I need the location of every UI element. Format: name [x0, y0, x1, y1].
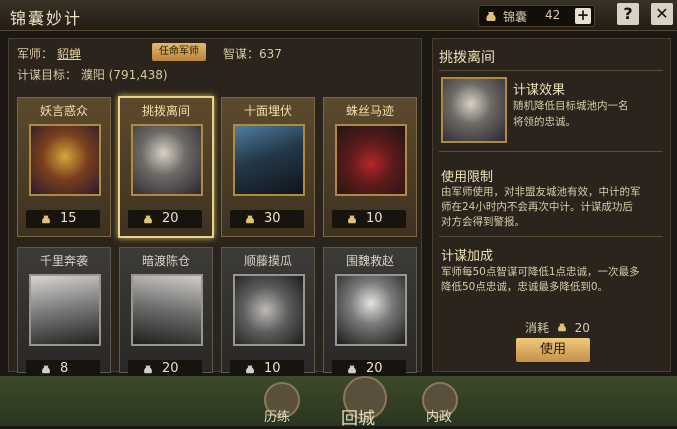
nav-internal[interactable]: 内政 [426, 406, 452, 425]
card-cost: 30 [230, 210, 304, 228]
appoint-advisor-button[interactable]: 任命军师 [152, 43, 206, 61]
nav-training[interactable]: 历练 [264, 406, 290, 425]
strategy-portrait [29, 274, 101, 346]
strategy-card-5[interactable]: 千里奔袭 8 [17, 247, 111, 378]
cost-value: 10 [366, 211, 383, 226]
card-cost: 10 [332, 210, 406, 228]
advisor-row: 军师： 貂蝉 [17, 45, 81, 62]
card-name: 顺藤摸瓜 [243, 254, 292, 268]
pouch-icon [348, 215, 356, 224]
pouch-icon [144, 215, 152, 224]
card-name: 蛛丝马迹 [345, 104, 394, 118]
strategy-portrait [335, 274, 407, 346]
strategy-target: 计谋目标： 濮阳 (791,438) [17, 68, 168, 82]
card-name: 十面埋伏 [243, 104, 292, 118]
effect-line-1: 随机降低目标城池内一名 [513, 100, 629, 112]
pouch-icon [246, 365, 254, 374]
limit-title: 使用限制 [441, 170, 494, 185]
cost-value: 10 [264, 361, 281, 376]
resource-value: 42 [545, 8, 561, 22]
pouch-icon [348, 365, 356, 374]
limit-line-3: 对方会得到警报。 [441, 216, 525, 228]
pouch-icon [246, 215, 254, 224]
strategy-portrait [131, 124, 203, 196]
bonus-line-2: 降低50点忠诚，忠诚最多降低到0。 [441, 281, 609, 293]
cost-value: 20 [162, 211, 179, 226]
pouch-icon [42, 365, 50, 374]
card-cost: 20 [128, 210, 202, 228]
strategy-list-panel: 军师： 貂蝉 任命军师 智谋：637 计谋目标： 濮阳 (791,438) 妖言惑… [8, 38, 422, 378]
card-cost: 15 [26, 210, 100, 228]
nav-return-city[interactable]: 回城 [341, 404, 375, 429]
resource-label: 锦囊 [503, 10, 528, 24]
page-title: 锦囊妙计 [10, 9, 83, 28]
header-bar: 锦囊妙计 锦囊 42 + ? ✕ [0, 0, 677, 31]
strategy-portrait [233, 124, 305, 196]
pouch-icon [486, 12, 496, 21]
strategy-card-4[interactable]: 蛛丝马迹 10 [323, 97, 417, 237]
strategy-portrait [29, 124, 101, 196]
consume-cost: 消耗 20 [525, 319, 590, 336]
card-name: 围魏救赵 [345, 254, 394, 268]
cost-value: 15 [60, 211, 77, 226]
effect-title: 计谋效果 [513, 83, 566, 98]
bonus-title: 计谋加成 [441, 249, 494, 264]
bonus-line-1: 军师每50点智谋可降低1点忠诚，一次最多 [441, 266, 640, 278]
divider [439, 236, 663, 237]
use-button[interactable]: 使用 [516, 338, 590, 362]
strategy-detail-panel: 挑拨离间 计谋效果 随机降低目标城池内一名 将领的忠诚。 使用限制 由军师使用，… [432, 38, 671, 372]
strategy-card-2[interactable]: 挑拨离间 20 [118, 96, 214, 238]
advisor-name-link[interactable]: 貂蝉 [57, 47, 81, 61]
strategy-portrait [335, 124, 407, 196]
card-name: 妖言惑众 [39, 104, 88, 118]
cost-value: 20 [162, 361, 179, 376]
close-button[interactable]: ✕ [651, 3, 673, 25]
cost-value: 8 [60, 361, 69, 376]
divider [439, 151, 663, 152]
strategy-portrait [233, 274, 305, 346]
limit-line-2: 师在24小时内不会再次中计。计谋成功后 [441, 201, 633, 213]
effect-line-2: 将领的忠诚。 [513, 116, 576, 128]
cost-value: 20 [366, 361, 383, 376]
detail-title: 挑拨离间 [439, 50, 495, 66]
cost-value: 30 [264, 211, 281, 226]
pouch-icon [144, 365, 152, 374]
pouch-icon [42, 215, 50, 224]
divider [439, 70, 663, 71]
strategy-card-6[interactable]: 暗渡陈仓 20 [119, 247, 213, 378]
card-name: 挑拨离间 [141, 104, 190, 118]
wisdom-stat: 智谋：637 [223, 47, 282, 61]
add-resource-button[interactable]: + [575, 8, 591, 24]
strategy-card-3[interactable]: 十面埋伏 30 [221, 97, 315, 237]
pouch-icon [557, 323, 566, 332]
card-name: 千里奔袭 [39, 254, 88, 268]
strategy-card-8[interactable]: 围魏救赵 20 [323, 247, 417, 378]
strategy-card-7[interactable]: 顺藤摸瓜 10 [221, 247, 315, 378]
consume-value: 20 [574, 321, 590, 335]
help-button[interactable]: ? [617, 3, 639, 25]
resource-counter: 锦囊 42 + [478, 5, 595, 27]
strategy-portrait [131, 274, 203, 346]
detail-portrait [441, 77, 507, 143]
consume-label: 消耗 [525, 321, 550, 335]
bottom-nav: 历练 回城 内政 [0, 376, 677, 429]
card-name: 暗渡陈仓 [141, 254, 190, 268]
limit-line-1: 由军师使用，对非盟友城池有效，中计的军 [441, 186, 641, 198]
strategy-card-1[interactable]: 妖言惑众 15 [17, 97, 111, 237]
advisor-label: 军师： [17, 47, 54, 61]
